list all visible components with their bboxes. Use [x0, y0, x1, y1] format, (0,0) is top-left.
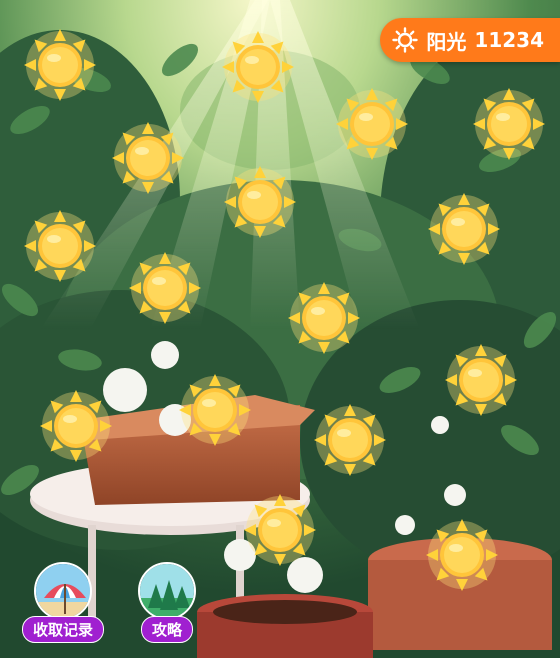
sun-icon	[392, 27, 419, 53]
sun-13[interactable]	[175, 370, 255, 450]
beach-umbrella-icon	[34, 562, 92, 620]
sun-16[interactable]	[422, 515, 502, 595]
sun-14[interactable]	[310, 400, 390, 480]
collection-records-label: 收取记录	[21, 616, 104, 643]
sun-6[interactable]	[220, 162, 300, 242]
sun-11[interactable]	[441, 340, 521, 420]
sun-7[interactable]	[424, 189, 504, 269]
forest-icon	[138, 562, 196, 620]
sun-10[interactable]	[284, 278, 364, 358]
guide-label: 攻略	[140, 616, 193, 643]
sunlight-counter: 阳光 11234	[380, 18, 560, 62]
sunlight-value: 11234	[474, 28, 544, 52]
garden-scene	[0, 0, 560, 658]
sun-4[interactable]	[469, 84, 549, 164]
sunlight-label: 阳光	[426, 29, 467, 54]
guide-button[interactable]: 攻略	[122, 562, 212, 643]
sun-8[interactable]	[20, 206, 100, 286]
sun-9[interactable]	[125, 248, 205, 328]
sun-1[interactable]	[20, 25, 100, 105]
sun-3[interactable]	[332, 84, 412, 164]
collection-records-button[interactable]: 收取记录	[18, 562, 108, 643]
sun-5[interactable]	[108, 118, 188, 198]
sun-2[interactable]	[218, 27, 298, 107]
sun-15[interactable]	[240, 490, 320, 570]
sun-12[interactable]	[36, 386, 116, 466]
